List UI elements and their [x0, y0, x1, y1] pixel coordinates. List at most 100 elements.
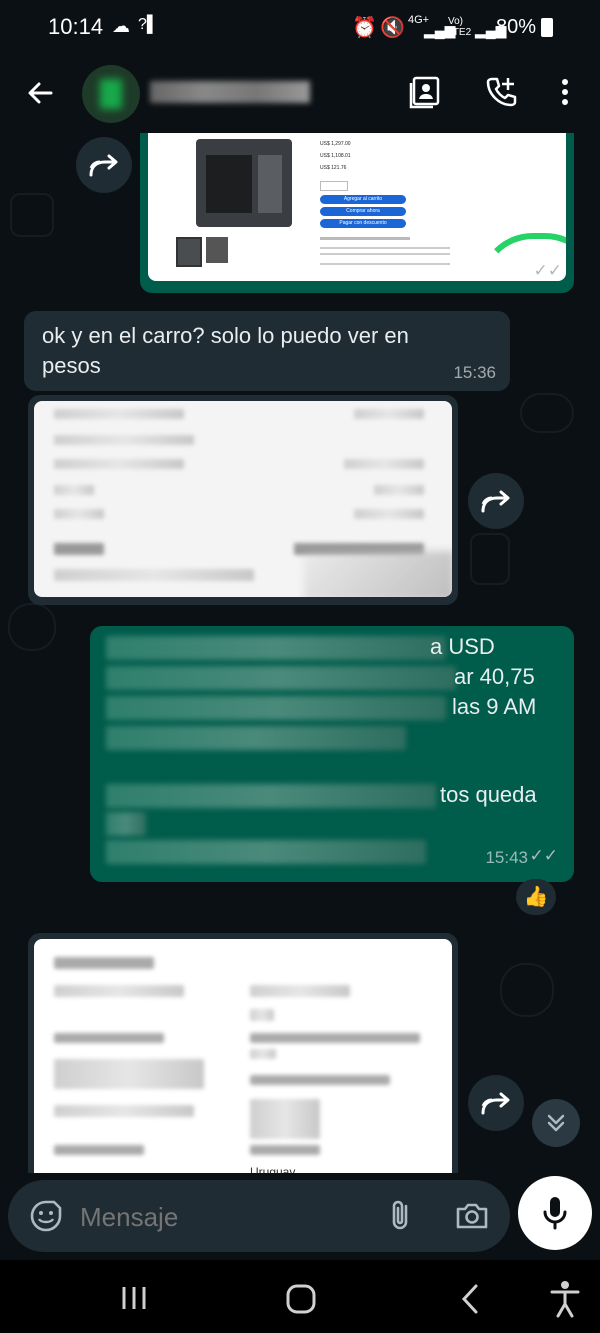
emoji-icon	[30, 1200, 62, 1232]
blurred-text	[344, 459, 424, 469]
contact-card-icon	[409, 76, 440, 109]
message-input-bar	[8, 1180, 510, 1252]
wallpaper-doodle	[500, 963, 554, 1017]
blurred-text	[354, 409, 424, 419]
alarm-icon: ⏰	[352, 17, 377, 39]
forward-button[interactable]	[468, 473, 524, 529]
message-line-1: ok y en el carro? solo lo puedo ver en	[42, 323, 409, 348]
home-button[interactable]	[284, 1282, 318, 1316]
message-image-outgoing[interactable]: US$ 1,297.00 US$ 1,108.01 US$ 121.76 Agr…	[140, 133, 574, 293]
blurred-text	[54, 957, 154, 969]
camera-button[interactable]	[452, 1196, 492, 1236]
attach-button[interactable]	[382, 1196, 422, 1236]
description-line	[320, 237, 410, 240]
blurred-text	[106, 666, 456, 690]
nav-back-button[interactable]	[456, 1282, 486, 1316]
blurred-text	[54, 543, 104, 555]
forward-icon	[481, 1092, 510, 1115]
wallpaper-doodle	[520, 393, 574, 433]
blurred-text	[250, 1145, 320, 1155]
blurred-text	[106, 726, 406, 750]
volte-label: Vo) LTE2	[448, 16, 472, 38]
emoji-button[interactable]	[28, 1198, 64, 1234]
message-text: ok y en el carro? solo lo puedo ver en p…	[42, 321, 409, 381]
message-incoming[interactable]: ok y en el carro? solo lo puedo ver en p…	[24, 311, 510, 391]
battery-icon	[541, 18, 553, 37]
wallpaper-doodle	[470, 533, 510, 585]
blurred-text	[374, 485, 424, 495]
quantity-box	[320, 181, 348, 191]
avatar[interactable]	[82, 65, 140, 123]
blurred-text	[54, 1105, 194, 1117]
signal-question-icon: ?▌	[138, 16, 159, 33]
message-input[interactable]	[78, 1194, 372, 1240]
mute-icon: 🔇	[380, 17, 405, 39]
wallpaper-doodle	[8, 603, 56, 651]
menu-button[interactable]	[546, 69, 584, 115]
blurred-text	[54, 1145, 144, 1155]
printer-image	[196, 139, 292, 227]
mic-icon	[543, 1197, 567, 1230]
message-image-incoming[interactable]: Uruguay	[28, 933, 458, 1173]
blurred-text	[304, 551, 452, 597]
forward-button[interactable]	[76, 137, 132, 193]
voice-message-button[interactable]	[518, 1176, 592, 1250]
system-nav-bar	[0, 1260, 600, 1333]
scroll-down-button[interactable]	[532, 1099, 580, 1147]
contact-card-button[interactable]	[402, 69, 448, 115]
blurred-text	[106, 784, 436, 808]
thumbnail-1	[176, 237, 202, 267]
back-button[interactable]	[18, 71, 62, 115]
phone-add-icon	[486, 77, 517, 107]
home-icon	[286, 1284, 316, 1314]
price-line-2: US$ 1,108.01	[320, 153, 351, 159]
blurred-text	[54, 485, 94, 495]
blurred-text	[250, 1033, 420, 1043]
description-line	[320, 263, 450, 265]
cloud-icon: ☁	[112, 16, 130, 36]
add-call-button[interactable]	[478, 69, 524, 115]
forward-icon	[481, 490, 510, 513]
product-screenshot[interactable]: US$ 1,297.00 US$ 1,108.01 US$ 121.76 Agr…	[148, 133, 566, 281]
arrow-left-icon	[28, 82, 53, 104]
paperclip-icon	[392, 1200, 408, 1230]
blurred-text	[354, 509, 424, 519]
blurred-text	[54, 985, 184, 997]
message-time: 15:43	[485, 848, 528, 867]
contact-name[interactable]	[150, 81, 310, 103]
status-time: 10:14	[48, 14, 104, 39]
blurred-text	[54, 509, 104, 519]
price-line-1: US$ 1,297.00	[320, 141, 351, 147]
blurred-text	[54, 459, 184, 469]
blurred-text	[250, 1099, 320, 1139]
message-fragment: las 9 AM	[452, 694, 537, 719]
recent-apps-icon	[122, 1287, 146, 1309]
blurred-text	[106, 636, 446, 660]
more-vert-icon	[562, 79, 568, 105]
message-time: 15:36	[493, 261, 536, 280]
message-fragment: a USD	[430, 634, 495, 659]
blurred-text	[54, 1033, 164, 1043]
blurred-text	[250, 1075, 390, 1085]
reaction-badge[interactable]: 👍	[516, 879, 556, 915]
wallpaper-doodle	[10, 193, 54, 237]
blurred-text	[54, 409, 184, 419]
blurred-text	[250, 1009, 274, 1021]
message-image-incoming[interactable]	[28, 395, 458, 605]
chat-area[interactable]: US$ 1,297.00 US$ 1,108.01 US$ 121.76 Agr…	[0, 133, 600, 1173]
accessibility-button[interactable]	[548, 1280, 582, 1318]
message-time: 15:36	[453, 363, 496, 382]
pay-discount-button: Pagar con descuento	[320, 219, 406, 228]
blurred-text	[54, 435, 194, 445]
blurred-text	[250, 1049, 276, 1059]
buy-now-button: Comprar ahora	[320, 207, 406, 216]
message-line-2: pesos	[42, 353, 101, 378]
forward-button[interactable]	[468, 1075, 524, 1131]
forward-icon	[89, 154, 118, 177]
message-outgoing[interactable]: a USD ar 40,75 las 9 AM tos queda 15:43 …	[90, 626, 574, 882]
add-to-cart-button: Agregar al carrito	[320, 195, 406, 204]
message-fragment: tos queda	[440, 782, 537, 807]
recent-apps-button[interactable]	[118, 1284, 150, 1312]
blurred-text	[54, 569, 254, 581]
battery-percent: 80%	[496, 16, 537, 38]
